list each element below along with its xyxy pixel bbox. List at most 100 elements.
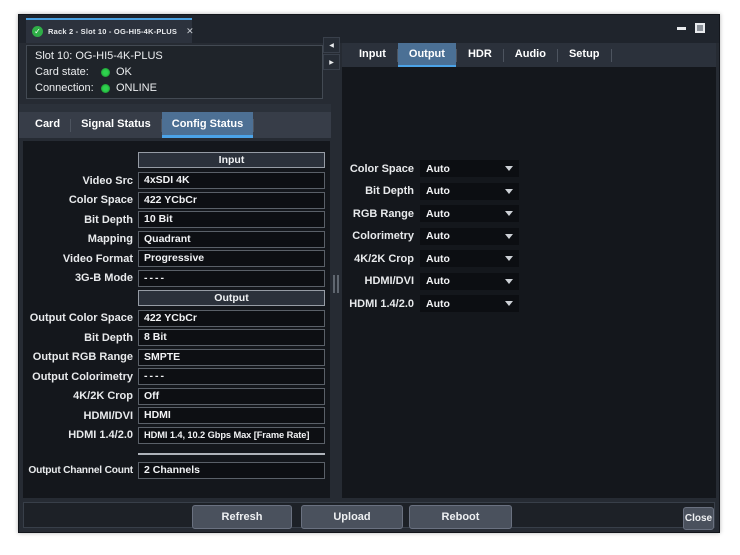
dropdown-caret-icon (505, 166, 513, 171)
output-settings-panel: Color Space Auto Bit Depth Auto RGB Rang… (342, 67, 716, 499)
config-row: Output RGB Range SMPTE (23, 349, 325, 366)
card-state-label: Card state: (35, 66, 101, 78)
tab-setup[interactable]: Setup (558, 43, 611, 67)
reboot-button[interactable]: Reboot (409, 505, 512, 529)
dropdown-caret-icon (505, 256, 513, 261)
tab-separator (611, 49, 612, 62)
minimize-icon[interactable] (677, 27, 686, 30)
tab-hdr[interactable]: HDR (457, 43, 503, 67)
field-label: 3G-B Mode (23, 272, 138, 284)
dropdown-hdmi-dvi[interactable]: Auto (420, 273, 519, 290)
tab-config-status[interactable]: Config Status (162, 112, 254, 138)
field-label: Color Space (23, 194, 138, 206)
tab-separator (253, 119, 254, 132)
field-label: Bit Depth (23, 214, 138, 226)
dropdown-caret-icon (505, 211, 513, 216)
dropdown-value: Auto (426, 298, 450, 310)
field-value: 2 Channels (138, 462, 325, 479)
field-value: 4xSDI 4K (138, 172, 325, 189)
close-button[interactable]: Close (683, 507, 714, 530)
field-label: Bit Depth (23, 332, 138, 344)
setting-label: Colorimetry (342, 230, 420, 242)
tab-card[interactable]: Card (25, 112, 70, 138)
connection-value: ONLINE (116, 82, 157, 94)
setting-label: HDMI 1.4/2.0 (342, 298, 420, 310)
dropdown-value: Auto (426, 163, 450, 175)
upload-button[interactable]: Upload (301, 505, 403, 529)
splitter-handle[interactable] (330, 275, 342, 293)
field-label: Video Format (23, 253, 138, 265)
field-label: HDMI/DVI (23, 410, 138, 422)
dropdown-value: Auto (426, 208, 450, 220)
config-row: Color Space 422 YCbCr (23, 192, 325, 209)
collapse-left-icon[interactable]: ◀ (323, 37, 340, 53)
connection-led-icon (101, 84, 110, 93)
title-bar: ✓ Rack 2 - Slot 10 - OG-HI5-4K-PLUS ✕ (19, 15, 719, 43)
dropdown-hdmi-1-4-2-0[interactable]: Auto (420, 295, 519, 312)
setting-label: Bit Depth (342, 185, 420, 197)
card-state-led-icon (101, 68, 110, 77)
dropdown-value: Auto (426, 185, 450, 197)
config-row: Output Color Space 422 YCbCr (23, 310, 325, 327)
config-row: Output Channel Count 2 Channels (23, 462, 325, 479)
input-section-header: Input (138, 152, 325, 168)
dashboard-window: ✓ Rack 2 - Slot 10 - OG-HI5-4K-PLUS ✕ Sl… (18, 14, 720, 533)
refresh-button[interactable]: Refresh (192, 505, 292, 529)
rack-slot-tab[interactable]: ✓ Rack 2 - Slot 10 - OG-HI5-4K-PLUS ✕ (26, 18, 192, 43)
config-row: HDMI 1.4/2.0 HDMI 1.4, 10.2 Gbps Max [Fr… (23, 427, 325, 444)
setting-label: 4K/2K Crop (342, 253, 420, 265)
dropdown-colorimetry[interactable]: Auto (420, 228, 519, 245)
maximize-icon[interactable] (695, 23, 705, 33)
config-row: HDMI/DVI HDMI (23, 407, 325, 424)
setting-row: RGB Range Auto (342, 205, 716, 222)
config-row: Bit Depth 10 Bit (23, 211, 325, 228)
dropdown-4k-2k-crop[interactable]: Auto (420, 250, 519, 267)
field-label: Output Channel Count (23, 465, 138, 476)
card-tab-bar: Card Signal Status Config Status (19, 112, 331, 138)
field-value: SMPTE (138, 349, 325, 366)
card-state-value: OK (116, 66, 132, 78)
dropdown-rgb-range[interactable]: Auto (420, 205, 519, 222)
slot-title: Slot 10: OG-HI5-4K-PLUS (35, 49, 314, 64)
setting-label: Color Space (342, 163, 420, 175)
config-row: Video Format Progressive (23, 250, 325, 267)
dashboard-app: ✓ Rack 2 - Slot 10 - OG-HI5-4K-PLUS ✕ Sl… (0, 0, 740, 555)
dropdown-value: Auto (426, 230, 450, 242)
tab-strip-spacer (19, 104, 331, 112)
field-value: HDMI (138, 407, 325, 424)
tab-title: Rack 2 - Slot 10 - OG-HI5-4K-PLUS (48, 27, 177, 36)
connection-row: Connection: ONLINE (35, 81, 314, 96)
tab-close-icon[interactable]: ✕ (182, 26, 194, 37)
config-row: Bit Depth 8 Bit (23, 329, 325, 346)
config-row: Video Src 4xSDI 4K (23, 172, 325, 189)
field-label: 4K/2K Crop (23, 390, 138, 402)
field-value: 8 Bit (138, 329, 325, 346)
tab-audio[interactable]: Audio (504, 43, 557, 67)
field-value: ---- (138, 368, 325, 385)
field-value: Quadrant (138, 231, 325, 248)
field-value: Progressive (138, 250, 325, 267)
setting-row: Colorimetry Auto (342, 228, 716, 245)
field-value: 10 Bit (138, 211, 325, 228)
field-value: 422 YCbCr (138, 192, 325, 209)
setting-row: HDMI/DVI Auto (342, 273, 716, 290)
section-divider (138, 453, 325, 455)
dropdown-color-space[interactable]: Auto (420, 160, 519, 177)
dropdown-caret-icon (505, 301, 513, 306)
tab-signal-status[interactable]: Signal Status (71, 112, 161, 138)
dropdown-value: Auto (426, 275, 450, 287)
dropdown-caret-icon (505, 189, 513, 194)
panel-splitter[interactable] (330, 43, 342, 500)
dropdown-bit-depth[interactable]: Auto (420, 183, 519, 200)
card-state-row: Card state: OK (35, 65, 314, 80)
output-section-header: Output (138, 290, 325, 306)
tab-output[interactable]: Output (398, 43, 456, 67)
config-row: Mapping Quadrant (23, 231, 325, 248)
config-row: 3G-B Mode ---- (23, 270, 325, 287)
window-controls (677, 23, 705, 33)
expand-right-icon[interactable]: ▶ (323, 54, 340, 70)
field-value: ---- (138, 270, 325, 287)
setting-row: HDMI 1.4/2.0 Auto (342, 295, 716, 312)
setting-label: RGB Range (342, 208, 420, 220)
tab-input[interactable]: Input (348, 43, 397, 67)
